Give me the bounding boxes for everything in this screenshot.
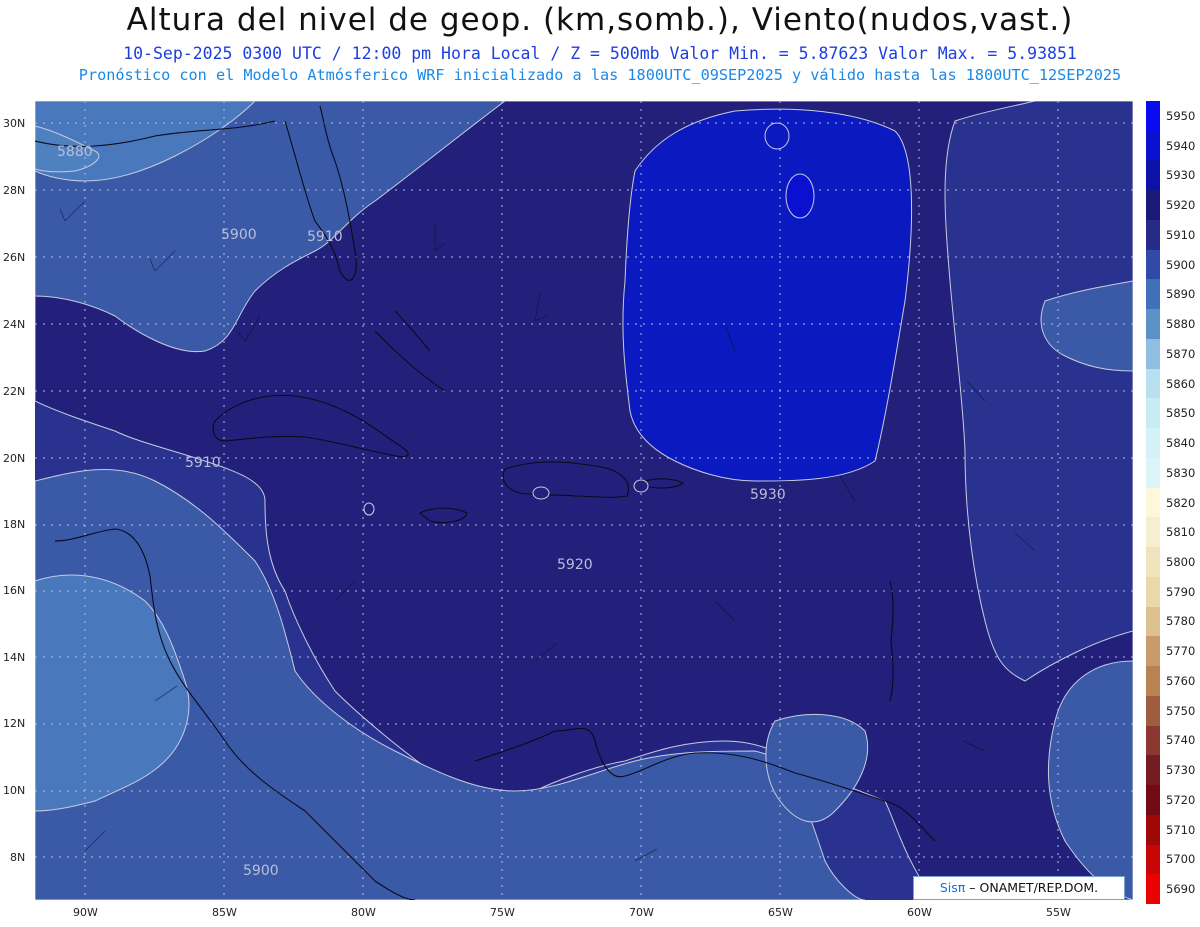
colorbar-label: 5750 [1166, 703, 1196, 718]
colorbar-label: 5890 [1166, 287, 1196, 302]
colorbar-label: 5900 [1166, 257, 1196, 272]
colorbar-cell [1146, 338, 1160, 370]
lon-label-90w: 90W [73, 906, 98, 919]
colorbar-cell [1146, 844, 1160, 875]
contour-label-5900-south: 5900 [243, 863, 279, 879]
contour-cell-center [785, 173, 815, 219]
colorbar-cell [1146, 309, 1160, 340]
colorbar-label: 5690 [1166, 882, 1196, 897]
map-canvas [35, 101, 1133, 900]
valid-time-subtitle: 10-Sep-2025 0300 UTC / 12:00 pm Hora Loc… [123, 44, 1077, 63]
colorbar-label: 5760 [1166, 673, 1196, 688]
lon-label-85w: 85W [212, 906, 237, 919]
contour-label-5910-west: 5910 [185, 455, 221, 471]
colorbar-label: 5860 [1166, 376, 1196, 391]
colorbar-cell [1146, 576, 1160, 608]
contour-label-5920: 5920 [557, 557, 593, 573]
colorbar-cell [1146, 457, 1160, 489]
colorbar-cell [1146, 874, 1160, 905]
region-5930 [622, 108, 913, 482]
colorbar-label: 5740 [1166, 733, 1196, 748]
credit-brand: Sisπ [939, 880, 966, 895]
colorbar-cell [1146, 636, 1160, 667]
lat-label-20n: 20N [3, 452, 26, 465]
map-title: Altura del nivel de geop. (km,somb.), Vi… [126, 2, 1074, 38]
colorbar-label: 5800 [1166, 554, 1196, 569]
colorbar-cell [1146, 517, 1160, 548]
colorbar-label: 5710 [1166, 822, 1196, 837]
colorbar-label: 5880 [1166, 317, 1196, 332]
colorbar-cell [1146, 190, 1160, 221]
contour-cell-hispaniola-west [532, 486, 550, 500]
colorbar-label: 5910 [1166, 227, 1196, 242]
forecast-note: Pronóstico con el Modelo Atmósferico WRF… [78, 66, 1122, 84]
colorbar-cell [1146, 606, 1160, 637]
contour-cell-puerto-rico [633, 479, 649, 493]
contour-label-5910-florida: 5910 [307, 229, 343, 245]
colorbar-cell [1146, 814, 1160, 845]
colorbar-cell [1146, 695, 1160, 727]
lon-label-80w: 80W [351, 906, 376, 919]
lat-label-18n: 18N [3, 518, 26, 531]
lat-label-28n: 28N [3, 184, 26, 197]
credit-box: Sisπ – ONAMET/REP.DOM. [913, 876, 1125, 900]
lat-label-10n: 10N [3, 784, 26, 797]
lon-label-65w: 65W [768, 906, 793, 919]
colorbar-cell [1146, 219, 1160, 251]
colorbar-label: 5850 [1166, 406, 1196, 421]
colorbar-label: 5940 [1166, 138, 1196, 153]
lat-label-12n: 12N [3, 717, 26, 730]
colorbar-cell [1146, 487, 1160, 518]
colorbar-cell [1146, 666, 1160, 697]
colorbar-cell [1146, 249, 1160, 280]
colorbar-label: 5700 [1166, 852, 1196, 867]
lon-label-55w: 55W [1046, 906, 1071, 919]
colorbar-label: 5830 [1166, 465, 1196, 480]
lat-label-26n: 26N [3, 251, 26, 264]
colorbar-cell [1146, 725, 1160, 756]
lat-label-16n: 16N [3, 584, 26, 597]
contour-label-5900-north: 5900 [221, 227, 257, 243]
lat-label-22n: 22N [3, 385, 26, 398]
contour-label-5880: 5880 [57, 144, 93, 160]
lat-label-24n: 24N [3, 318, 26, 331]
colorbar-cell [1146, 160, 1160, 191]
lon-label-60w: 60W [907, 906, 932, 919]
colorbar-cell [1146, 279, 1160, 310]
colorbar-label: 5810 [1166, 525, 1196, 540]
colorbar-label: 5930 [1166, 168, 1196, 183]
colorbar-cell [1146, 398, 1160, 429]
contour-cell-north [764, 122, 790, 150]
lat-label-30n: 30N [3, 117, 26, 130]
colorbar-cell [1146, 368, 1160, 399]
colorbar-cell [1146, 130, 1160, 161]
colorbar-cell [1146, 428, 1160, 459]
colorbar-cell [1146, 755, 1160, 786]
colorbar-cell [1146, 547, 1160, 578]
geopotential-map[interactable]: 5880 5900 5910 5910 5920 5930 5900 Sisπ … [35, 101, 1133, 900]
lat-label-14n: 14N [3, 651, 26, 664]
lon-label-70w: 70W [629, 906, 654, 919]
colorbar-cell [1146, 785, 1160, 816]
colorbar-label: 5920 [1166, 198, 1196, 213]
colorbar-label: 5820 [1166, 495, 1196, 510]
colorbar-label: 5840 [1166, 436, 1196, 451]
colorbar-label: 5720 [1166, 792, 1196, 807]
colorbar-label: 5770 [1166, 644, 1196, 659]
colorbar-label: 5870 [1166, 346, 1196, 361]
contour-cell-jamaica-west [363, 502, 375, 516]
lon-label-75w: 75W [490, 906, 515, 919]
colorbar-cell [1146, 101, 1160, 132]
contour-label-5930: 5930 [750, 487, 786, 503]
colorbar [1146, 101, 1160, 905]
colorbar-label: 5780 [1166, 614, 1196, 629]
lat-label-8n: 8N [10, 851, 26, 864]
credit-text: – ONAMET/REP.DOM. [969, 880, 1099, 895]
colorbar-label: 5950 [1166, 108, 1196, 123]
colorbar-label: 5790 [1166, 584, 1196, 599]
colorbar-label: 5730 [1166, 763, 1196, 778]
